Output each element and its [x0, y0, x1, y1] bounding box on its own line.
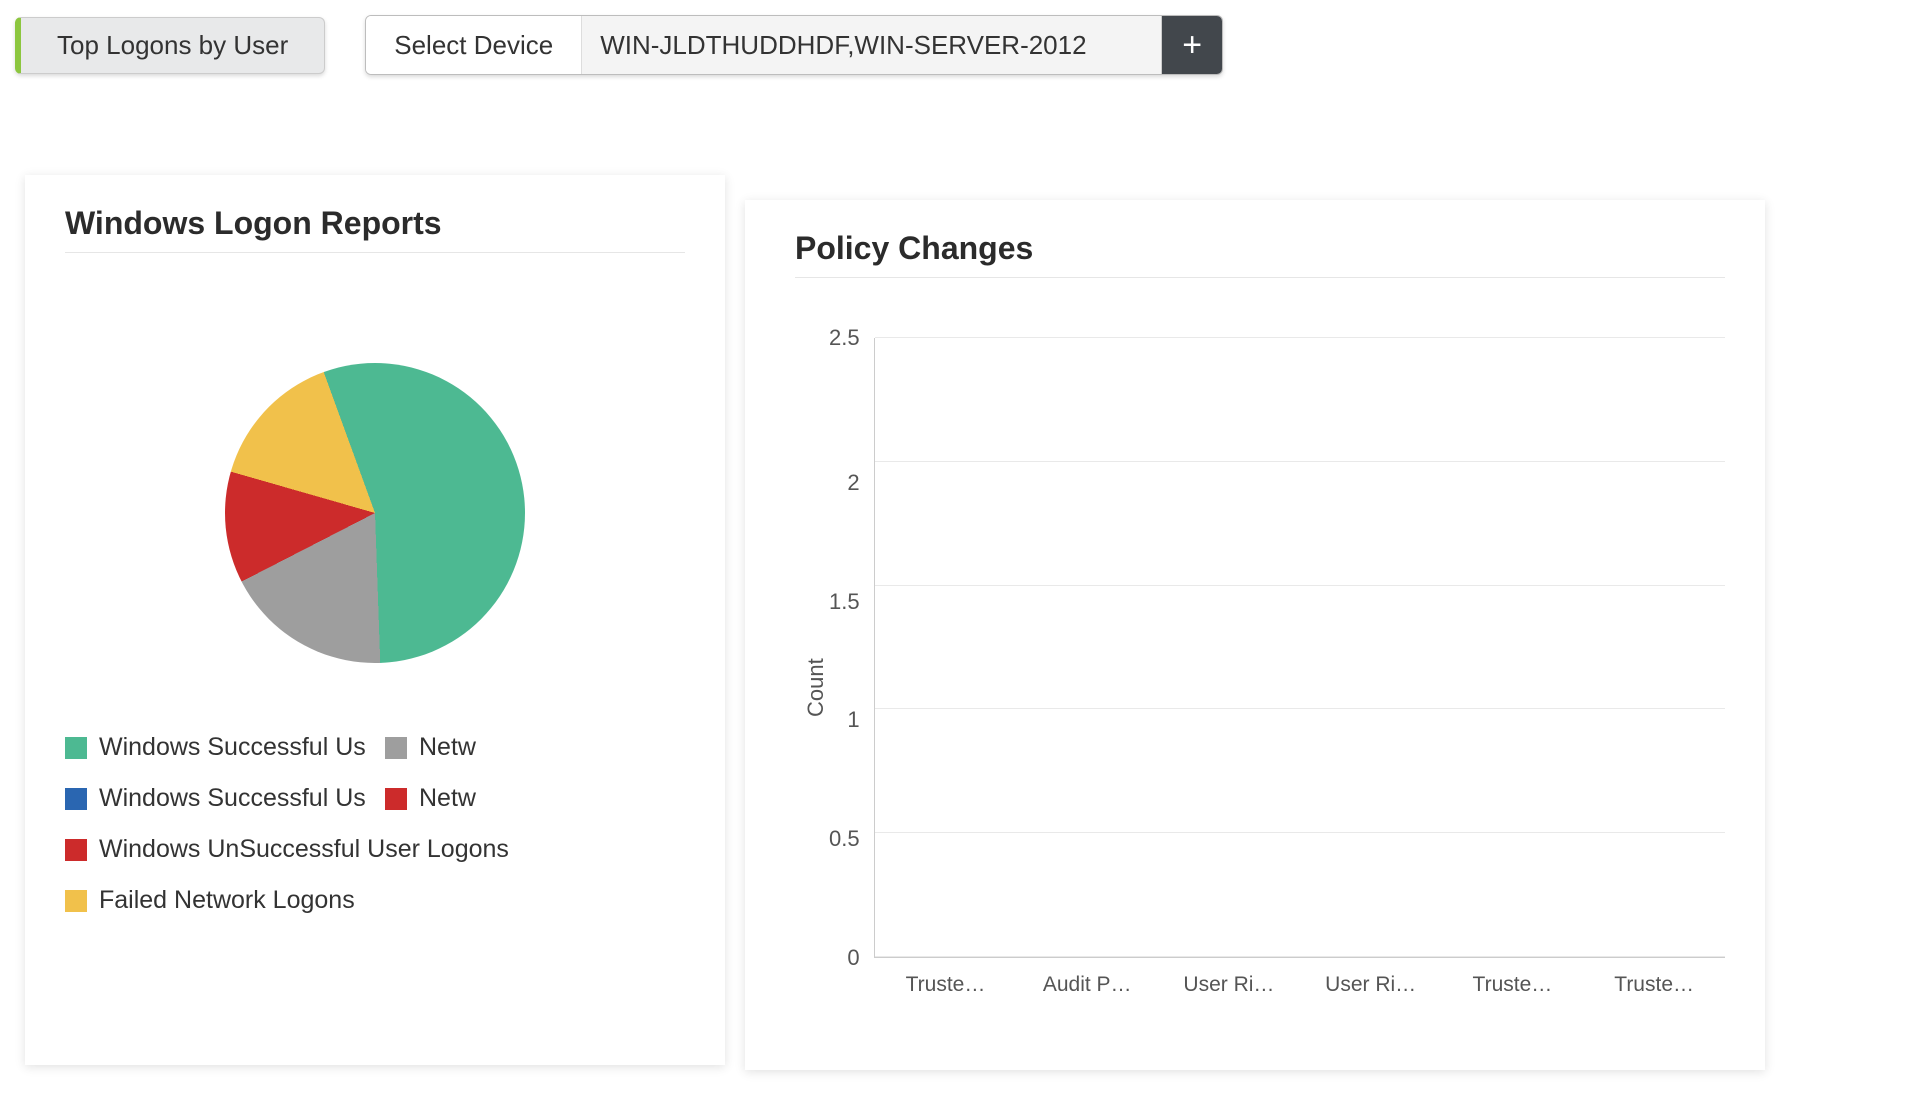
pie-chart[interactable]: [225, 363, 525, 663]
add-device-button[interactable]: +: [1162, 16, 1222, 74]
legend-swatch: [385, 788, 407, 810]
legend-swatch: [65, 890, 87, 912]
legend-item[interactable]: Netw: [385, 784, 685, 813]
top-logons-button[interactable]: Top Logons by User: [15, 17, 325, 74]
legend-swatch: [385, 737, 407, 759]
legend-item[interactable]: Windows UnSuccessful User Logons: [65, 835, 685, 864]
x-tick: Truste…: [1442, 973, 1584, 997]
y-tick: 0.5: [829, 826, 860, 852]
legend-label: Failed Network Logons: [99, 886, 355, 915]
legend-swatch: [65, 839, 87, 861]
panel-title: Windows Logon Reports: [65, 205, 685, 253]
legend-swatch: [65, 788, 87, 810]
policy-changes-panel: Policy Changes Count 2.5 2 1.5 1 0.5 0 Truste…: [745, 200, 1765, 1070]
y-tick: 1.5: [829, 589, 860, 615]
y-tick: 0: [847, 945, 859, 971]
y-tick: 2.5: [829, 325, 860, 351]
legend-swatch: [65, 737, 87, 759]
x-tick: User Ri…: [1300, 973, 1442, 997]
y-axis-label: Count: [795, 338, 829, 1038]
x-ticks: Truste…Audit P…User Ri…User Ri…Truste…Tr…: [875, 973, 1725, 997]
y-tick: 1: [847, 707, 859, 733]
y-ticks: 2.521.510.50: [829, 338, 874, 958]
device-selector: Select Device WIN-JLDTHUDDHDF,WIN-SERVER…: [365, 15, 1223, 75]
legend-item[interactable]: Windows Successful User Logons: [65, 733, 365, 762]
bar-plot-area: Truste…Audit P…User Ri…User Ri…Truste…Tr…: [874, 338, 1725, 958]
device-value-input[interactable]: WIN-JLDTHUDDHDF,WIN-SERVER-2012: [582, 16, 1162, 74]
y-tick: 2: [847, 470, 859, 496]
x-tick: User Ri…: [1158, 973, 1300, 997]
legend-item[interactable]: Windows Successful User Logoffs: [65, 784, 365, 813]
legend-label: Windows Successful User Logons: [99, 733, 365, 762]
windows-logon-panel: Windows Logon Reports Windows Successful…: [25, 175, 725, 1065]
legend-item[interactable]: Netw: [385, 733, 685, 762]
x-tick: Truste…: [1583, 973, 1725, 997]
x-tick: Truste…: [875, 973, 1017, 997]
plus-icon: +: [1182, 26, 1202, 65]
bar-chart[interactable]: Count 2.521.510.50 Truste…Audit P…User R…: [795, 338, 1725, 1038]
legend-label: Windows Successful User Logoffs: [99, 784, 365, 813]
top-toolbar: Top Logons by User Select Device WIN-JLD…: [15, 15, 1893, 75]
legend-label: Netw: [419, 784, 476, 813]
legend-item[interactable]: Failed Network Logons: [65, 886, 685, 915]
legend-label: Windows UnSuccessful User Logons: [99, 835, 509, 864]
x-tick: Audit P…: [1016, 973, 1158, 997]
pie-legend: Windows Successful User Logons Netw Window…: [65, 733, 685, 915]
panel-title: Policy Changes: [795, 230, 1725, 278]
select-device-label: Select Device: [366, 16, 582, 74]
legend-label: Netw: [419, 733, 476, 762]
